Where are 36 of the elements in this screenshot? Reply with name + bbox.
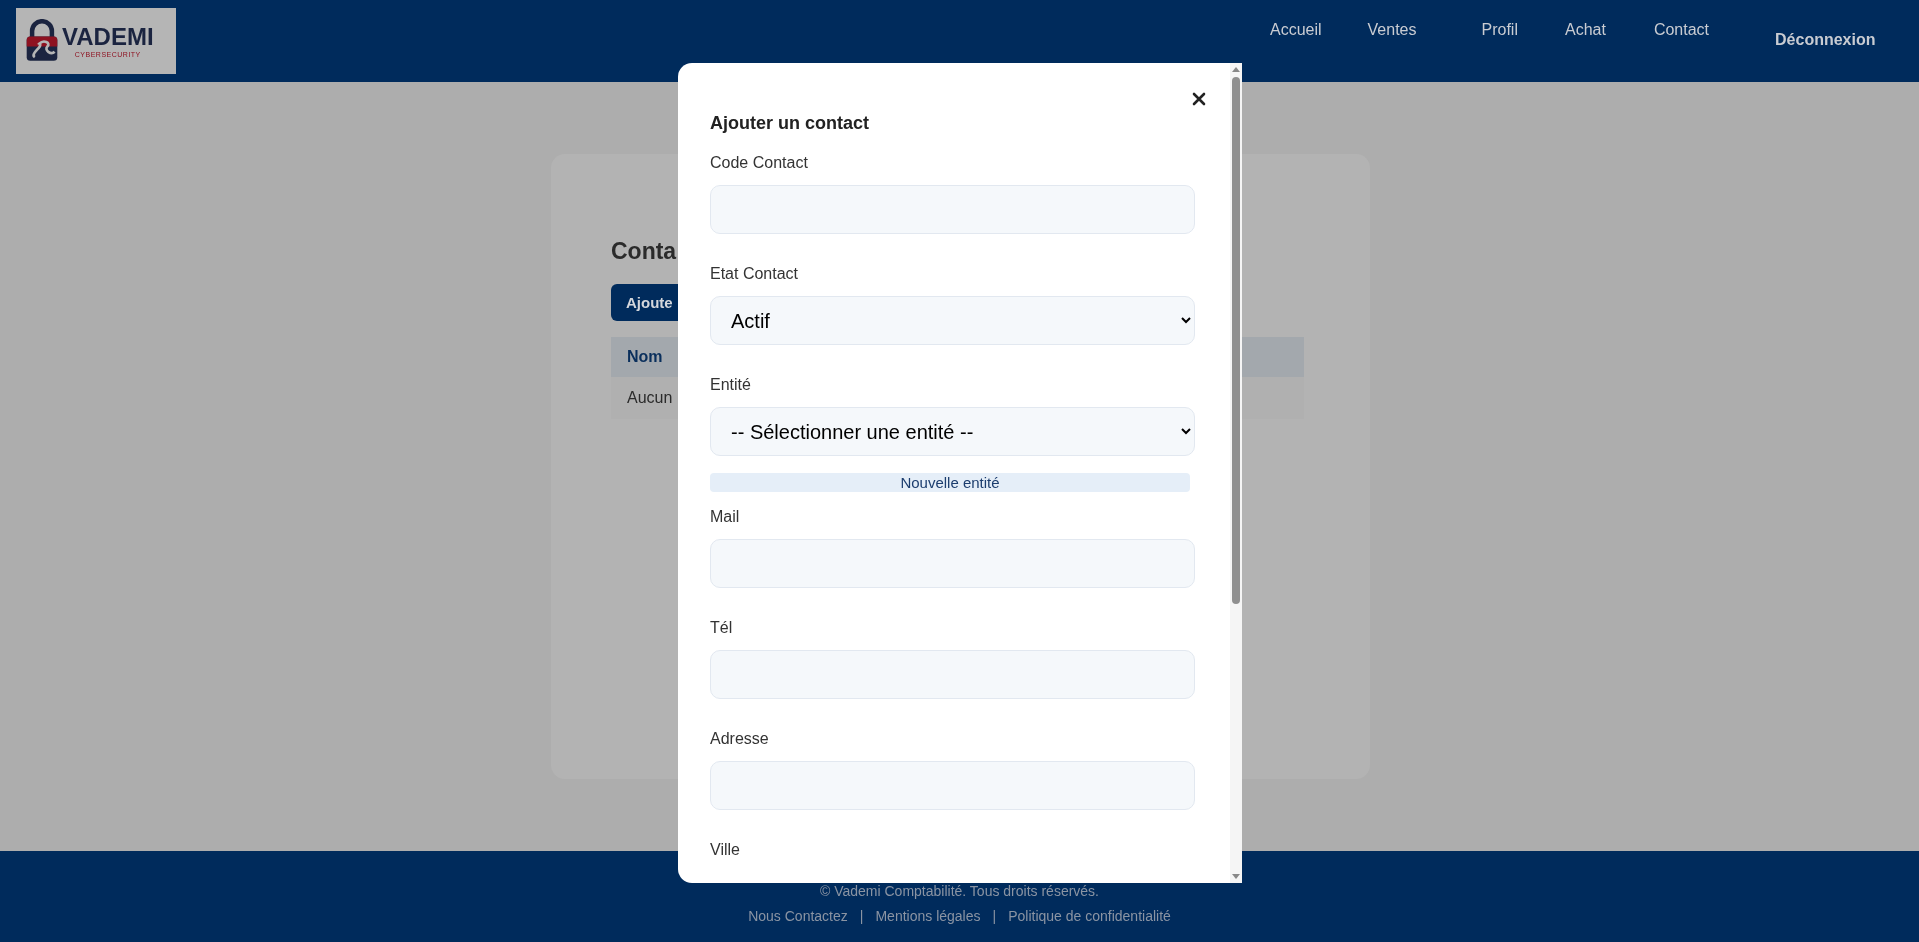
nav-link[interactable]: Contact xyxy=(1653,20,1710,40)
table-cell: Aucun xyxy=(627,389,673,407)
lock-icon xyxy=(24,19,60,63)
footer-link[interactable]: Politique de confidentialité xyxy=(1008,908,1171,924)
text-field[interactable] xyxy=(710,185,1195,234)
text-field[interactable] xyxy=(710,650,1195,699)
field-label: Entité xyxy=(710,375,752,395)
field-label: Adresse xyxy=(710,729,770,749)
nav-link[interactable]: Profil xyxy=(1481,20,1518,40)
field-label: Code Contact xyxy=(710,153,809,173)
copyright-text: © Vademi Comptabilité. Tous droits réservés. xyxy=(820,882,1099,900)
separator: | xyxy=(859,908,864,924)
scrollbar[interactable] xyxy=(1230,63,1242,883)
dropdown[interactable]: -- Sélectionner une entité -- xyxy=(710,407,1195,456)
dropdown[interactable]: Actif xyxy=(710,296,1195,345)
field-label: Tél xyxy=(710,618,734,638)
close-button[interactable] xyxy=(1190,90,1208,108)
text-field[interactable] xyxy=(710,539,1195,588)
logout-link[interactable]: Déconnexion xyxy=(1775,31,1876,49)
logo-wordmark: VADEMI xyxy=(62,24,154,49)
page-title: Conta xyxy=(611,237,678,266)
separator: | xyxy=(992,908,997,924)
field-label: Ville xyxy=(710,840,741,860)
scroll-down-icon[interactable] xyxy=(1231,873,1241,881)
field-label: Etat Contact xyxy=(710,264,800,284)
nav-link[interactable]: Ventes xyxy=(1367,20,1417,40)
footer-link[interactable]: Mentions légales xyxy=(875,908,981,924)
footer-link[interactable]: Nous Contactez xyxy=(748,908,848,924)
column-header: Nom xyxy=(627,348,663,366)
nav-link[interactable]: Achat xyxy=(1564,20,1606,40)
scroll-up-icon[interactable] xyxy=(1231,65,1241,73)
new-entity-button[interactable]: Nouvelle entité xyxy=(710,473,1190,492)
dialog-title: Ajouter un contact xyxy=(710,112,870,134)
field-label: Mail xyxy=(710,507,741,527)
text-field[interactable] xyxy=(710,761,1195,810)
nav-link[interactable]: Accueil xyxy=(1270,20,1322,40)
